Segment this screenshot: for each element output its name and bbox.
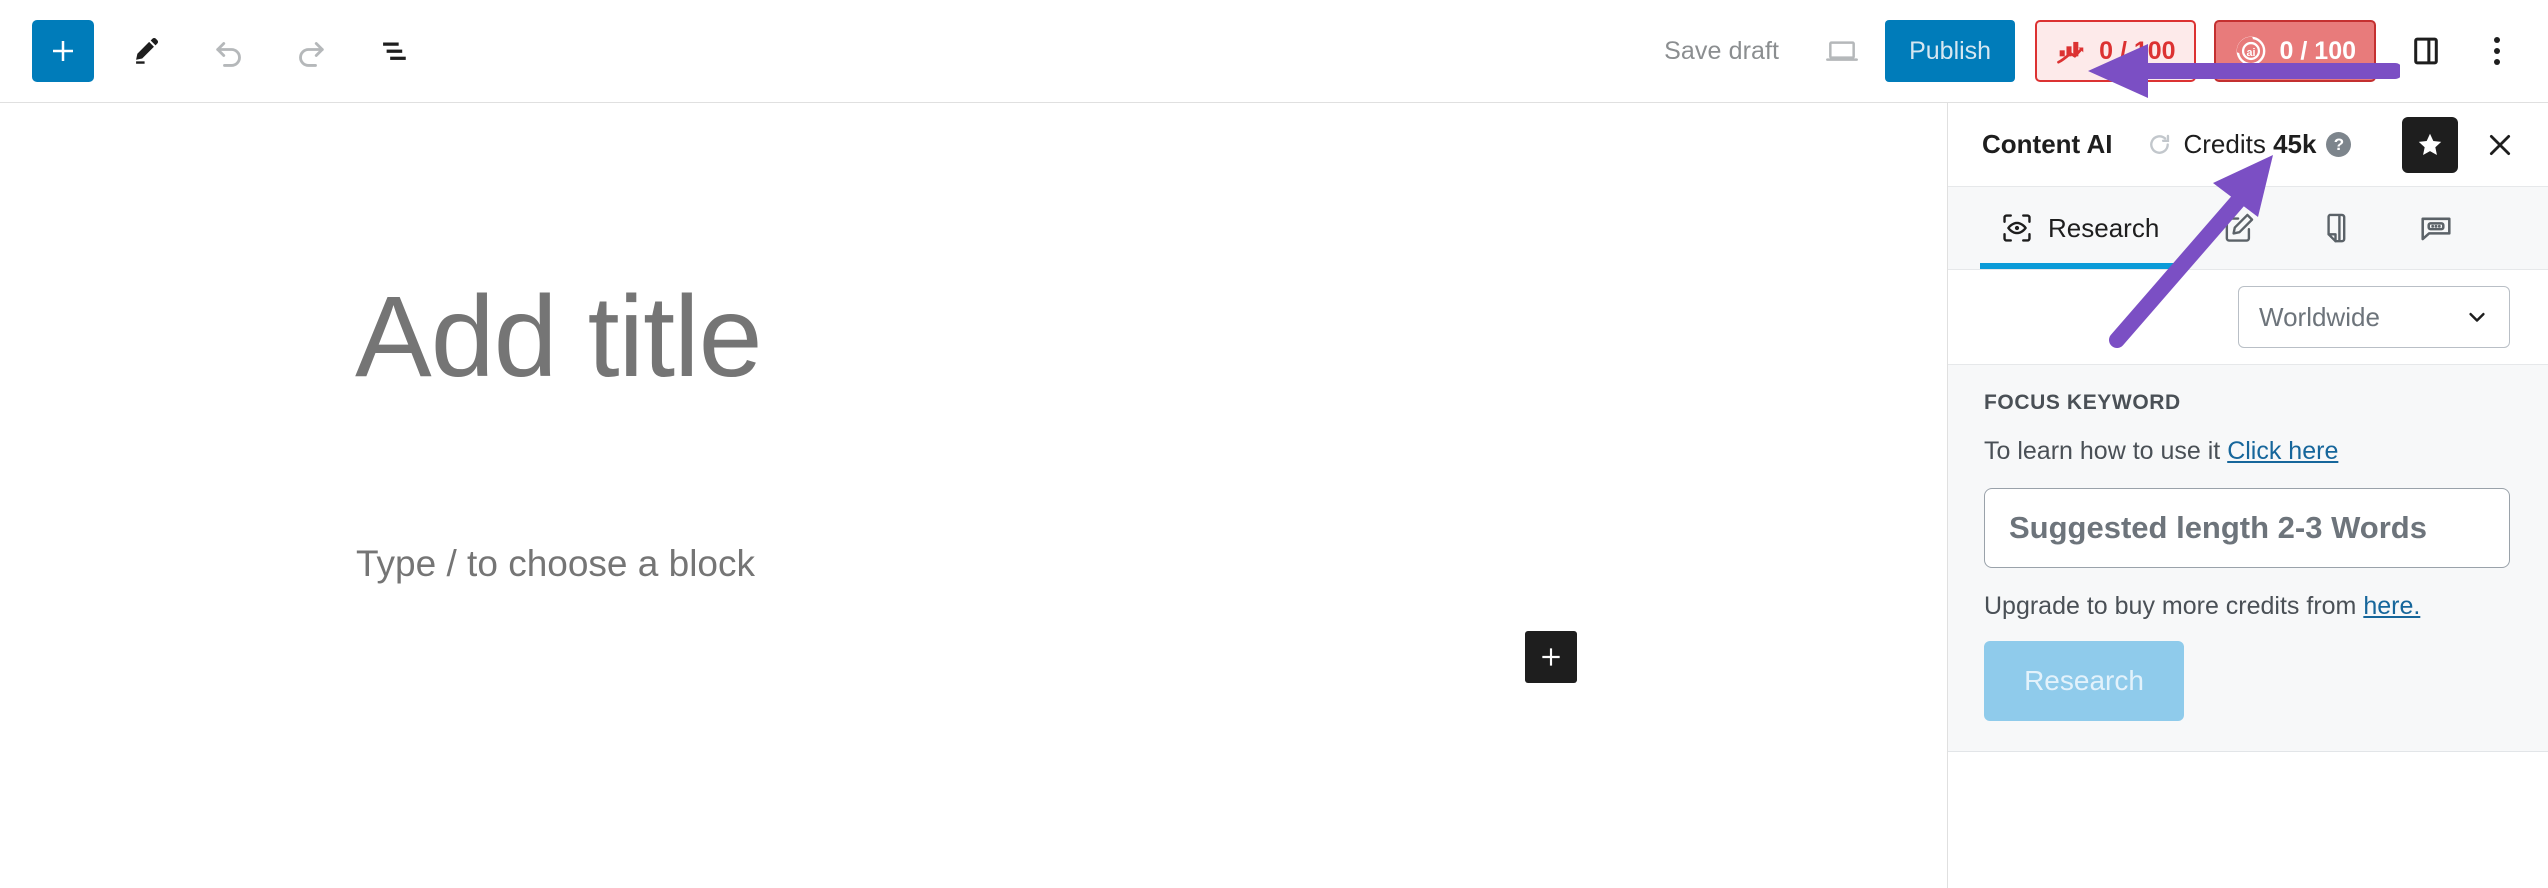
preview-desktop-icon: [1826, 41, 1859, 61]
undo-button[interactable]: [198, 20, 260, 82]
more-options-icon: [2494, 37, 2500, 43]
editor-canvas[interactable]: Add title Type / to choose a block: [0, 103, 1947, 888]
inline-add-block-button[interactable]: [1525, 631, 1577, 683]
content-ai-header: Content AI Credits 45k ?: [1948, 103, 2548, 186]
close-sidebar-button[interactable]: [2474, 119, 2526, 171]
redo-button[interactable]: [280, 20, 342, 82]
upgrade-line: Upgrade to buy more credits from here.: [1984, 592, 2510, 621]
tab-research[interactable]: Research: [1980, 187, 2180, 269]
content-ai-tabs: Research: [1948, 186, 2548, 270]
focus-keyword-input[interactable]: [1984, 488, 2510, 568]
credits-group[interactable]: Credits 45k ?: [2146, 129, 2352, 160]
list-view-button[interactable]: [362, 20, 424, 82]
research-eye-icon: [2003, 214, 2031, 242]
tab-write[interactable]: [2201, 187, 2277, 269]
preview-button[interactable]: [1811, 20, 1873, 82]
list-view-icon: [383, 42, 406, 60]
chat-dots-icon: [2421, 217, 2451, 241]
seo-score-value: 0 / 100: [2099, 36, 2176, 65]
tab-spacer: [2277, 187, 2299, 269]
tab-document[interactable]: [2299, 187, 2375, 269]
content-ai-title: Content AI: [1982, 129, 2113, 159]
ai-score-value: 0 / 100: [2279, 36, 2356, 65]
document-pen-icon: [2327, 213, 2346, 243]
editor-top-toolbar: Save draft Publish 0 / 100 ai 0 / 100: [0, 0, 2548, 103]
post-title-input[interactable]: Add title: [355, 280, 763, 395]
click-here-link[interactable]: Click here: [2227, 437, 2338, 465]
focus-keyword-section: FOCUS KEYWORD To learn how to use it Cli…: [1948, 365, 2548, 752]
more-options-icon: [2494, 59, 2500, 65]
region-row: Worldwide: [1948, 270, 2548, 365]
tab-spacer: [2179, 187, 2201, 269]
region-select[interactable]: Worldwide: [2238, 286, 2510, 348]
upgrade-text: Upgrade to buy more credits from: [1984, 592, 2364, 620]
tab-chat[interactable]: [2397, 187, 2475, 269]
learn-more-text: To learn how to use it: [1984, 437, 2228, 465]
edit-tool-icon: [136, 37, 159, 64]
upgrade-here-link[interactable]: here.: [2363, 592, 2420, 620]
more-options-button[interactable]: [2472, 20, 2522, 82]
add-block-button[interactable]: [32, 20, 94, 82]
favorite-button[interactable]: [2402, 116, 2458, 173]
credits-text: Credits 45k: [2183, 129, 2316, 160]
toolbar-right-group: Save draft Publish 0 / 100 ai 0 / 100: [1646, 20, 2548, 82]
publish-button[interactable]: Publish: [1885, 20, 2016, 82]
chevron-down-icon: [2469, 312, 2485, 322]
learn-more-line: To learn how to use it Click here: [1984, 437, 2510, 466]
edit-tool-button[interactable]: [116, 20, 178, 82]
star-icon: [2418, 133, 2442, 155]
write-pencil-icon: [2225, 213, 2254, 242]
plus-icon: [1542, 648, 1560, 666]
credits-value: 45k: [2273, 129, 2317, 159]
refresh-icon: [2150, 134, 2170, 154]
editor-window: Save draft Publish 0 / 100 ai 0 / 100 Ad…: [0, 0, 2548, 888]
close-icon: [2489, 134, 2511, 155]
undo-icon: [216, 42, 241, 67]
credits-help-icon[interactable]: ?: [2326, 132, 2352, 157]
credits-label: Credits: [2183, 129, 2266, 159]
settings-sidebar-icon: [2414, 37, 2438, 65]
seo-bars-icon: [2057, 41, 2084, 64]
block-placeholder-input[interactable]: Type / to choose a block: [356, 543, 755, 585]
content-ai-sidebar: Content AI Credits 45k ? Research Worldw…: [1947, 103, 2548, 888]
plus-icon: [53, 41, 73, 61]
toolbar-left-group: [0, 20, 424, 82]
tab-spacer: [2375, 187, 2397, 269]
more-options-icon: [2494, 48, 2500, 54]
focus-keyword-heading: FOCUS KEYWORD: [1984, 391, 2181, 414]
region-selected-value: Worldwide: [2259, 301, 2380, 332]
redo-icon: [299, 42, 324, 67]
research-button[interactable]: Research: [1984, 641, 2184, 721]
svg-text:ai: ai: [2246, 47, 2255, 59]
settings-sidebar-toggle-button[interactable]: [2398, 20, 2454, 82]
content-ai-icon: ai: [2236, 36, 2265, 66]
save-draft-button[interactable]: Save draft: [1646, 37, 1797, 66]
tab-research-label: Research: [2048, 212, 2160, 243]
ai-score-button[interactable]: ai 0 / 100: [2213, 20, 2376, 82]
seo-score-button[interactable]: 0 / 100: [2035, 20, 2196, 82]
